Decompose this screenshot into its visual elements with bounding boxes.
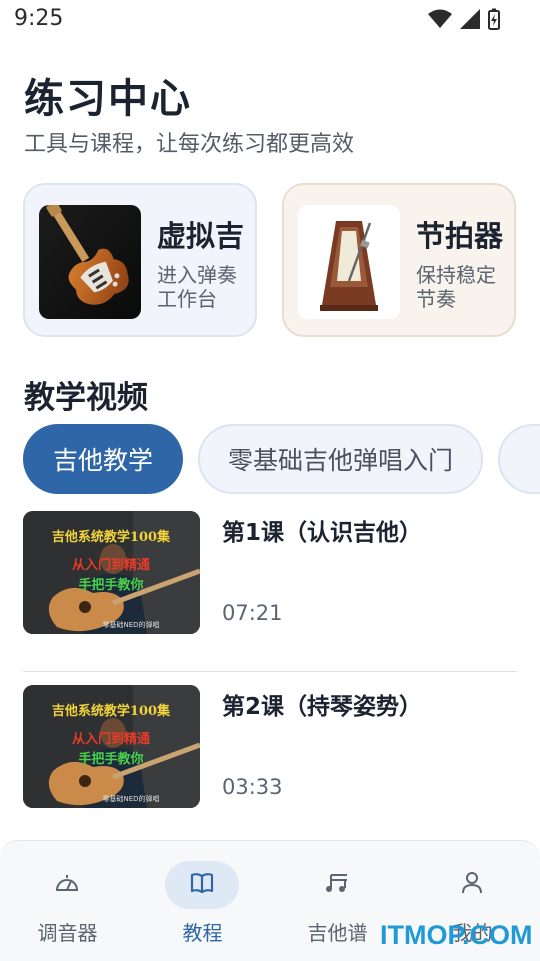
nav-label-tutorial: 教程 bbox=[182, 921, 223, 945]
thumb-text-2: 从入门到精通 bbox=[72, 731, 150, 747]
page-title: 练习中心 bbox=[24, 76, 192, 122]
thumb-text-footer: 零基础NED的弹唱 bbox=[102, 794, 159, 803]
nav-item-tuner[interactable]: 调音器 bbox=[0, 841, 135, 961]
video-thumbnail: 吉他系统教学100集 从入门到精通 手把手教你 零基础NED的弹唱 bbox=[23, 511, 200, 634]
video-duration: 03:33 bbox=[222, 775, 283, 799]
thumb-text-1: 吉他系统教学100集 bbox=[52, 529, 171, 545]
thumb-text-3: 手把手教你 bbox=[78, 577, 143, 593]
thumb-text-1: 吉他系统教学100集 bbox=[52, 703, 171, 719]
nav-label-tuner: 调音器 bbox=[37, 921, 98, 945]
page-subtitle: 工具与课程，让每次练习都更高效 bbox=[24, 132, 355, 157]
electric-guitar-image bbox=[39, 205, 141, 319]
category-pill-beginner[interactable]: 零基础吉他弹唱入门 bbox=[198, 424, 483, 494]
status-icons bbox=[428, 8, 500, 30]
book-icon bbox=[190, 872, 214, 898]
video-duration: 07:21 bbox=[222, 601, 283, 625]
category-pill-more[interactable] bbox=[498, 424, 540, 494]
user-icon bbox=[461, 871, 483, 899]
wifi-icon bbox=[428, 9, 452, 29]
video-thumbnail: 吉他系统教学100集 从入门到精通 手把手教你 零基础NED的弹唱 bbox=[23, 685, 200, 808]
video-title: 第1课（认识吉他） bbox=[222, 520, 423, 546]
divider bbox=[23, 671, 517, 672]
music-note-icon bbox=[325, 872, 349, 898]
thumb-text-footer: 零基础NED的弹唱 bbox=[102, 620, 159, 629]
metronome-desc: 保持稳定节奏 bbox=[416, 263, 496, 311]
status-time: 9:25 bbox=[14, 6, 64, 31]
list-item[interactable]: 吉他系统教学100集 从入门到精通 手把手教你 零基础NED的弹唱 第1课（认识… bbox=[23, 511, 517, 635]
category-tabs: 吉他教学 零基础吉他弹唱入门 bbox=[23, 424, 540, 496]
virtual-guitar-desc: 进入弹奏工作台 bbox=[157, 263, 237, 311]
virtual-guitar-card[interactable]: 虚拟吉 进入弹奏工作台 bbox=[23, 183, 257, 337]
virtual-guitar-title: 虚拟吉 bbox=[157, 219, 245, 253]
thumb-text-3: 手把手教你 bbox=[78, 751, 143, 767]
tuner-icon bbox=[55, 872, 79, 898]
metronome-title: 节拍器 bbox=[416, 219, 504, 253]
thumb-text-2: 从入门到精通 bbox=[72, 557, 150, 573]
battery-icon bbox=[488, 8, 500, 30]
watermark: ITMOP.COM bbox=[380, 920, 533, 950]
section-title: 教学视频 bbox=[24, 380, 148, 416]
nav-item-tutorial[interactable]: 教程 bbox=[135, 841, 270, 961]
metronome-card[interactable]: 节拍器 保持稳定节奏 bbox=[282, 183, 516, 337]
metronome-image bbox=[298, 205, 400, 319]
signal-icon bbox=[460, 9, 480, 29]
category-pill-guitar-teaching[interactable]: 吉他教学 bbox=[23, 424, 183, 494]
list-item[interactable]: 吉他系统教学100集 从入门到精通 手把手教你 零基础NED的弹唱 第2课（持琴… bbox=[23, 685, 517, 809]
video-title: 第2课（持琴姿势） bbox=[222, 694, 423, 720]
status-bar: 9:25 bbox=[0, 0, 540, 38]
